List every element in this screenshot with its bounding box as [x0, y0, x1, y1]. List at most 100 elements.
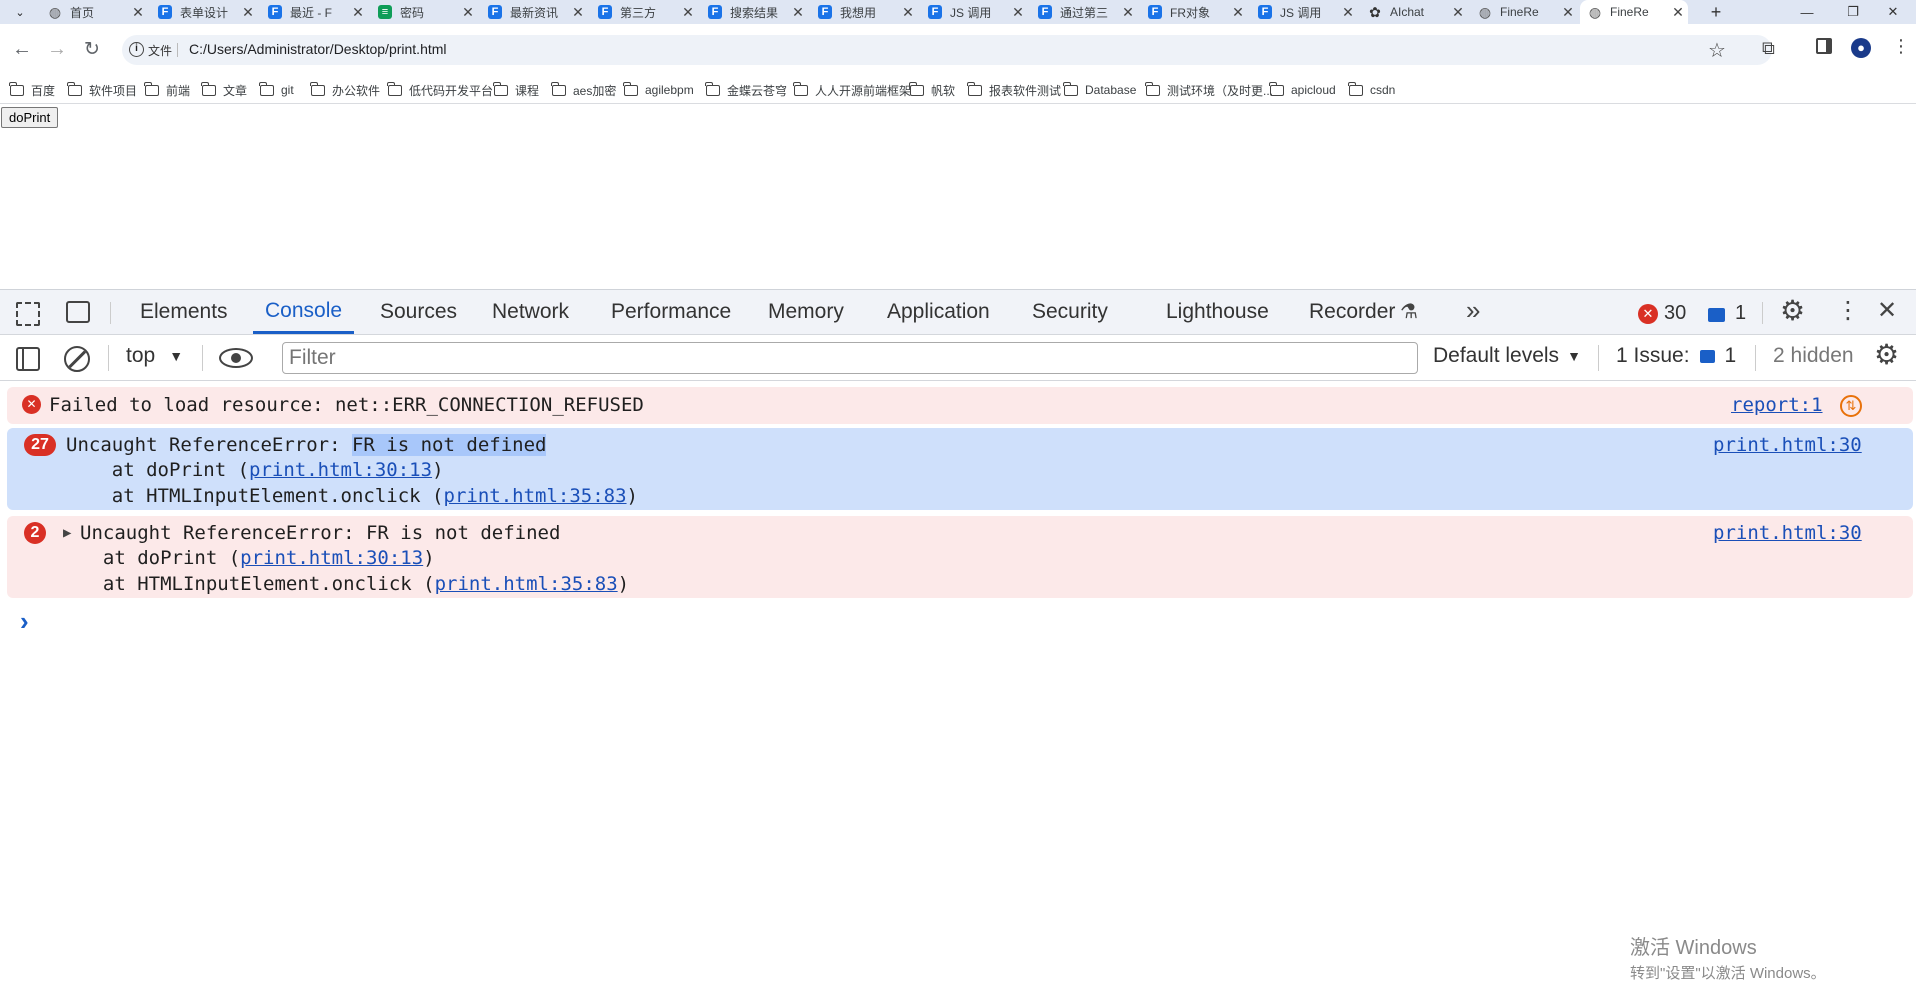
browser-tab[interactable]: F JS 调用 ✕ — [920, 0, 1028, 24]
source-link[interactable]: print.html:30 — [1713, 521, 1862, 545]
expand-triangle-icon[interactable]: ▶ — [63, 525, 71, 541]
browser-tab[interactable]: ◍ FineRe ✕ — [1580, 0, 1688, 24]
bookmark-item[interactable]: aes加密 — [551, 81, 616, 98]
browser-tab[interactable]: ◍ 首页 ✕ — [40, 0, 148, 24]
more-tabs-icon[interactable]: » — [1466, 295, 1480, 326]
context-selector[interactable]: top ▼ — [126, 344, 183, 368]
devtools-kebab-icon[interactable]: ⋮ — [1836, 296, 1860, 325]
browser-tab[interactable]: F 表单设计 ✕ — [150, 0, 258, 24]
console-prompt-icon[interactable]: › — [20, 606, 29, 637]
devtools-tab-performance[interactable]: Performance — [611, 290, 731, 334]
bookmark-item[interactable]: 课程 — [493, 81, 539, 98]
console-message-collapsed-error[interactable]: 2 ▶ Uncaught ReferenceError: FR is not d… — [7, 516, 1913, 598]
bookmark-item[interactable]: 报表软件测试 — [967, 81, 1061, 98]
profile-avatar[interactable]: ● — [1851, 38, 1871, 58]
devtools-tab-security[interactable]: Security — [1032, 290, 1108, 334]
issues-button[interactable]: 1 Issue: 1 — [1616, 344, 1736, 368]
browser-tab[interactable]: ✿ AIchat ✕ — [1360, 0, 1468, 24]
browser-tab[interactable]: F 第三方 ✕ — [590, 0, 698, 24]
browser-tab[interactable]: F 搜索结果 ✕ — [700, 0, 808, 24]
live-expression-eye-icon[interactable] — [219, 348, 253, 368]
bookmark-item[interactable]: Database — [1063, 81, 1136, 98]
tab-close-icon[interactable]: ✕ — [788, 4, 808, 21]
frame-link[interactable]: print.html:35:83 — [435, 573, 618, 595]
menu-kebab-icon[interactable]: ⋮ — [1892, 36, 1910, 57]
sidebar-toggle-icon[interactable] — [16, 347, 40, 371]
bookmark-item[interactable]: 办公软件 — [310, 81, 380, 98]
bookmark-item[interactable]: csdn — [1348, 81, 1395, 98]
tab-close-icon[interactable]: ✕ — [568, 4, 588, 21]
browser-tab[interactable]: F JS 调用 ✕ — [1250, 0, 1358, 24]
bookmark-item[interactable]: 低代码开发平台 — [387, 81, 493, 98]
devtools-tab-console[interactable]: Console — [253, 290, 355, 334]
console-message-grouped-error[interactable]: 27 Uncaught ReferenceError: FR is not de… — [7, 428, 1913, 510]
bookmark-item[interactable]: 文章 — [201, 81, 247, 98]
url-text[interactable]: C:/Users/Administrator/Desktop/print.htm… — [189, 41, 447, 57]
bookmark-item[interactable]: 金蝶云苍穹 — [705, 81, 787, 98]
tab-close-icon[interactable]: ✕ — [348, 4, 368, 21]
browser-tab[interactable]: F 最近 - F ✕ — [260, 0, 368, 24]
device-toolbar-icon[interactable] — [66, 301, 90, 323]
frame-link[interactable]: print.html:30:13 — [249, 459, 432, 481]
bookmark-item[interactable]: 帆软 — [909, 81, 955, 98]
tab-close-icon[interactable]: ✕ — [458, 4, 478, 21]
devtools-tab-application[interactable]: Application — [887, 290, 990, 334]
devtools-close-icon[interactable]: ✕ — [1877, 296, 1897, 325]
tab-close-icon[interactable]: ✕ — [1008, 4, 1028, 21]
inspect-element-icon[interactable] — [16, 302, 40, 326]
settings-gear-icon[interactable]: ⚙ — [1780, 294, 1805, 327]
tab-close-icon[interactable]: ✕ — [1558, 4, 1578, 21]
source-link[interactable]: print.html:30 — [1713, 433, 1862, 457]
devtools-tab-memory[interactable]: Memory — [768, 290, 844, 334]
minimize-icon[interactable]: — — [1784, 0, 1830, 24]
frame-link[interactable]: print.html:35:83 — [444, 485, 627, 507]
devtools-tab-sources[interactable]: Sources — [380, 290, 457, 334]
tab-close-icon[interactable]: ✕ — [1338, 4, 1358, 21]
devtools-tab-network[interactable]: Network — [492, 290, 569, 334]
browser-tab[interactable]: F 通过第三 ✕ — [1030, 0, 1138, 24]
bookmark-item[interactable]: 测试环境（及时更... — [1145, 81, 1273, 98]
info-icon[interactable]: i — [129, 42, 144, 57]
filter-input[interactable] — [282, 342, 1418, 374]
forward-icon[interactable]: → — [42, 34, 72, 64]
console-message-error[interactable]: ✕ Failed to load resource: net::ERR_CONN… — [7, 387, 1913, 424]
tab-search-icon[interactable]: ⌄ — [6, 3, 34, 21]
devtools-tab-recorder[interactable]: Recorder — [1309, 290, 1395, 334]
bookmark-item[interactable]: 百度 — [9, 81, 55, 98]
frame-link[interactable]: print.html:30:13 — [240, 547, 423, 569]
tab-close-icon[interactable]: ✕ — [1668, 4, 1688, 21]
side-panel-icon[interactable] — [1816, 38, 1832, 54]
message-count-badge[interactable]: 1 — [1708, 302, 1746, 325]
browser-tab[interactable]: F 最新资讯 ✕ — [480, 0, 588, 24]
tab-close-icon[interactable]: ✕ — [1228, 4, 1248, 21]
address-bar[interactable]: i 文件 C:/Users/Administrator/Desktop/prin… — [122, 35, 1772, 65]
devtools-tab-lighthouse[interactable]: Lighthouse — [1166, 290, 1269, 334]
tab-close-icon[interactable]: ✕ — [1118, 4, 1138, 21]
extensions-icon[interactable]: ⧉ — [1762, 38, 1775, 59]
network-request-icon[interactable]: ⇅ — [1840, 395, 1862, 417]
tab-close-icon[interactable]: ✕ — [1448, 4, 1468, 21]
browser-tab[interactable]: F 我想用 ✕ — [810, 0, 918, 24]
console-settings-gear-icon[interactable]: ⚙ — [1874, 338, 1899, 371]
bookmark-item[interactable]: 人人开源前端框架 — [793, 81, 911, 98]
bookmark-item[interactable]: agilebpm — [623, 81, 694, 98]
tab-close-icon[interactable]: ✕ — [238, 4, 258, 21]
log-levels-dropdown[interactable]: Default levels ▼ — [1433, 344, 1581, 368]
browser-tab[interactable]: F FR对象 ✕ — [1140, 0, 1248, 24]
browser-tab[interactable]: ◍ FineRe ✕ — [1470, 0, 1578, 24]
browser-tab[interactable]: ≡ 密码 ✕ — [370, 0, 478, 24]
tab-close-icon[interactable]: ✕ — [678, 4, 698, 21]
new-tab-button[interactable]: + — [1703, 0, 1729, 24]
error-count-badge[interactable]: ✕ 30 — [1638, 302, 1686, 325]
tab-close-icon[interactable]: ✕ — [898, 4, 918, 21]
do-print-button[interactable]: doPrint — [1, 107, 59, 128]
source-link[interactable]: report:1 — [1731, 393, 1823, 417]
back-icon[interactable]: ← — [7, 34, 37, 64]
tab-close-icon[interactable]: ✕ — [128, 4, 148, 21]
window-close-icon[interactable]: ✕ — [1870, 0, 1916, 24]
bookmark-item[interactable]: git — [259, 81, 294, 98]
devtools-tab-elements[interactable]: Elements — [140, 290, 228, 334]
bookmark-item[interactable]: 前端 — [144, 81, 190, 98]
reload-icon[interactable]: ↻ — [77, 34, 107, 64]
bookmark-item[interactable]: 软件项目 — [67, 81, 137, 98]
